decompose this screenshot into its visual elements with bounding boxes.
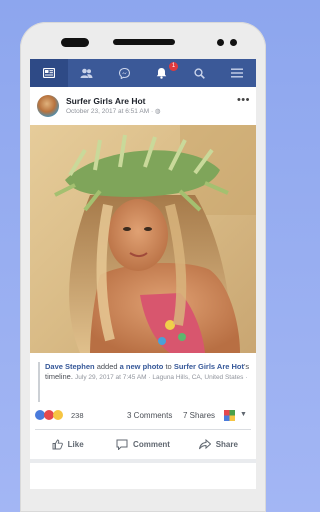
share-button[interactable]: Share — [181, 431, 256, 457]
friends-icon — [80, 68, 93, 78]
sensor-dot — [217, 39, 224, 46]
like-button[interactable]: Like — [30, 431, 105, 457]
comments-count[interactable]: 3 Comments — [127, 411, 172, 420]
post-options-icon[interactable]: ••• — [237, 94, 250, 106]
news-feed-icon — [42, 68, 55, 78]
messenger-icon — [118, 67, 130, 79]
share-arrow-icon — [198, 438, 211, 449]
notifications-icon — [157, 68, 167, 79]
comment-icon — [116, 439, 128, 450]
reaction-count[interactable]: 238 — [71, 411, 84, 420]
feed-post: Surfer Girls Are Hot October 23, 2017 at… — [30, 87, 256, 487]
comment-label: Comment — [133, 439, 170, 449]
notification-badge: 1 — [169, 62, 179, 71]
tab-menu[interactable] — [218, 59, 256, 87]
shared-by-text: Dave Stephen added a new photo to Surfer… — [38, 362, 250, 402]
camera — [61, 38, 89, 47]
shared-verb: added — [94, 362, 120, 371]
app-screen: 1 Surfer Girls Are Hot October 23, 2017 … — [30, 59, 256, 489]
speaker — [113, 39, 175, 45]
page-name-link[interactable]: Surfer Girls Are Hot — [66, 96, 146, 106]
search-icon — [194, 67, 205, 79]
tab-search[interactable] — [181, 59, 219, 87]
post-time-text: October 23, 2017 at 6:51 AM — [66, 108, 150, 115]
share-label: Share — [215, 439, 238, 449]
actor-link[interactable]: Dave Stephen — [45, 362, 95, 371]
top-navbar: 1 — [30, 59, 256, 87]
target-page-link[interactable]: Surfer Girls Are Hot — [174, 362, 244, 371]
thumbs-up-icon — [52, 439, 63, 449]
shared-meta: July 29, 2017 at 7:45 AM · Laguna Hills,… — [75, 374, 248, 381]
page-mini-icon — [224, 410, 235, 421]
post-timestamp[interactable]: October 23, 2017 at 6:51 AM · ◍ — [66, 107, 161, 115]
post-header: Surfer Girls Are Hot October 23, 2017 at… — [30, 87, 256, 121]
menu-icon — [231, 68, 244, 78]
shared-preposition: to — [163, 362, 174, 371]
divider — [35, 429, 251, 430]
tab-friends[interactable] — [68, 59, 106, 87]
surfer-photo — [30, 125, 256, 353]
post-actions: Like Comment Share — [30, 431, 256, 457]
page-avatar[interactable] — [37, 95, 59, 117]
tab-messenger[interactable] — [105, 59, 143, 87]
comment-button[interactable]: Comment — [105, 431, 180, 457]
photo-link[interactable]: a new photo — [120, 362, 164, 371]
shares-count[interactable]: 7 Shares — [183, 411, 215, 420]
chevron-down-icon[interactable]: ▼ — [240, 411, 247, 418]
post-photo[interactable] — [30, 125, 256, 353]
sensor-dot — [230, 39, 237, 46]
public-globe-icon: · ◍ — [150, 108, 161, 115]
tab-notifications[interactable]: 1 — [143, 59, 181, 87]
wow-reaction-icon — [53, 410, 63, 420]
feed-separator — [30, 459, 256, 463]
tab-news-feed[interactable] — [30, 59, 68, 87]
phone-frame: 1 Surfer Girls Are Hot October 23, 2017 … — [20, 22, 266, 512]
like-label: Like — [67, 439, 84, 449]
post-stats: 238 3 Comments 7 Shares ▼ — [30, 405, 256, 427]
